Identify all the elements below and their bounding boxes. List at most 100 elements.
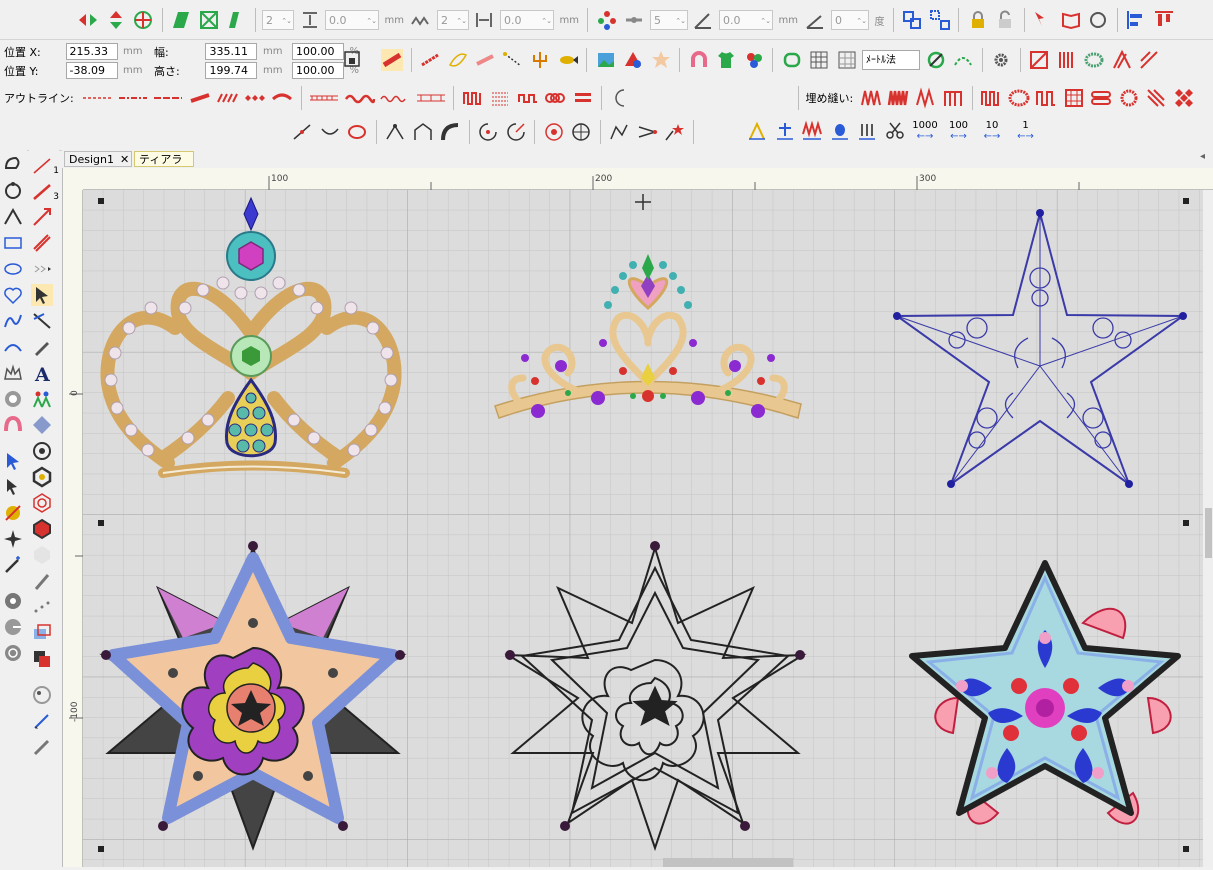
bezier-icon[interactable] xyxy=(2,336,24,358)
rectangle-icon[interactable] xyxy=(2,232,24,254)
picture-icon[interactable] xyxy=(595,49,617,71)
pen-icon[interactable] xyxy=(31,336,53,358)
stepper-e[interactable]: 5 xyxy=(649,10,688,31)
hexagon-empty-icon[interactable] xyxy=(31,544,53,566)
horizontal-scrollbar-thumb[interactable] xyxy=(663,858,793,867)
width-icon[interactable] xyxy=(473,9,495,31)
outline-coil-icon[interactable] xyxy=(462,87,484,109)
outline-rail-icon[interactable] xyxy=(416,87,446,109)
measurement-select[interactable]: ﾒｰﾄﾙ法 xyxy=(862,50,920,70)
lock-ratio-icon[interactable] xyxy=(341,48,363,70)
spiral-c-icon[interactable] xyxy=(2,642,24,664)
align-left-icon[interactable] xyxy=(1125,9,1147,31)
position-y-field[interactable]: -38.09 xyxy=(65,62,118,79)
pointer-path-icon[interactable] xyxy=(636,121,658,143)
stitch-sim-a-icon[interactable] xyxy=(746,120,768,142)
applique-icon[interactable] xyxy=(2,388,24,410)
node-arc-icon[interactable] xyxy=(439,121,461,143)
node-house-icon[interactable] xyxy=(412,121,434,143)
shirt-icon[interactable] xyxy=(715,49,737,71)
triple-stitch-icon[interactable] xyxy=(31,232,53,254)
shapes-heart-icon[interactable] xyxy=(2,284,24,306)
select-node-icon[interactable] xyxy=(2,476,24,498)
width-field[interactable]: 335.11 xyxy=(205,43,258,60)
settings-gear-icon[interactable] xyxy=(990,49,1012,71)
book-icon[interactable] xyxy=(1060,9,1082,31)
grid-icon[interactable] xyxy=(808,49,830,71)
polyline-icon[interactable] xyxy=(608,121,630,143)
outline-feather-icon[interactable] xyxy=(271,87,293,109)
knife-icon[interactable] xyxy=(31,310,53,332)
fill-checker-icon[interactable] xyxy=(1173,87,1195,109)
height-field[interactable]: 199.74 xyxy=(205,62,258,79)
spiral-b-icon[interactable] xyxy=(2,616,24,638)
people-icon[interactable] xyxy=(31,388,53,410)
satin-fill-icon[interactable] xyxy=(381,49,403,71)
shapes-icon[interactable] xyxy=(622,49,644,71)
stitch-sim-b-icon[interactable] xyxy=(774,120,796,142)
fish-icon[interactable] xyxy=(557,49,579,71)
fill-bucket-icon[interactable] xyxy=(31,648,53,670)
outline-hatch-icon[interactable] xyxy=(489,87,511,109)
outline-loops-icon[interactable] xyxy=(544,87,566,109)
spacing-icon[interactable] xyxy=(299,9,321,31)
lock-icon[interactable] xyxy=(967,9,989,31)
fill-pattern-c-icon[interactable] xyxy=(1083,49,1105,71)
stitch-step-10[interactable]: 10 ←→ xyxy=(977,120,1007,142)
node-edit-c-icon[interactable] xyxy=(2,206,24,228)
align-top-icon[interactable] xyxy=(1153,9,1175,31)
fill-ring-icon[interactable] xyxy=(1118,87,1140,109)
sparkle-icon[interactable] xyxy=(2,528,24,550)
flip-horizontal-icon[interactable] xyxy=(77,9,99,31)
swirl-icon[interactable] xyxy=(31,492,53,514)
needle-icon[interactable] xyxy=(856,120,878,142)
layer-order-icon[interactable] xyxy=(31,622,53,644)
outline-long-dash-icon[interactable] xyxy=(153,87,183,109)
tab-tiara[interactable]: ティアラ✕ xyxy=(134,151,194,182)
leaf-outline-icon[interactable] xyxy=(447,49,469,71)
canvas-drawing[interactable]: 100 200 300 0 -100 xyxy=(63,168,1213,867)
outline-square-wave-icon[interactable] xyxy=(517,87,539,109)
ungroup-icon[interactable] xyxy=(929,9,951,31)
star-node-icon[interactable] xyxy=(663,121,685,143)
scissors-icon[interactable] xyxy=(884,120,906,142)
grid-settings-icon[interactable] xyxy=(836,49,858,71)
stepper-g[interactable]: 0 xyxy=(830,10,869,31)
outline-satin-icon[interactable] xyxy=(189,87,211,109)
fill-sparse-zigzag-icon[interactable] xyxy=(915,87,937,109)
fill-comb-icon[interactable] xyxy=(980,87,1002,109)
target-icon[interactable] xyxy=(31,440,53,462)
outline-diamond-icon[interactable] xyxy=(244,87,266,109)
hoop-edit-icon[interactable] xyxy=(925,49,947,71)
node-edit-a-icon[interactable] xyxy=(2,154,24,176)
trident-icon[interactable] xyxy=(529,49,551,71)
arc-path-icon[interactable] xyxy=(952,49,974,71)
fill-pattern-a-icon[interactable] xyxy=(1028,49,1050,71)
path-line-icon[interactable] xyxy=(291,121,313,143)
design-canvas[interactable]: 100 200 300 0 -100 xyxy=(62,168,1213,867)
angle-icon[interactable] xyxy=(692,9,714,31)
outline-slash-icon[interactable] xyxy=(216,87,239,109)
select-stitch-icon[interactable] xyxy=(1032,9,1054,31)
stitch-step-100[interactable]: 100 ←→ xyxy=(944,120,974,142)
stepper-f[interactable]: 0.0 xyxy=(718,10,773,31)
group-icon[interactable] xyxy=(901,9,923,31)
monogram-icon[interactable] xyxy=(31,414,53,436)
rotate-angle-icon[interactable] xyxy=(804,9,826,31)
skew-icon[interactable] xyxy=(170,9,192,31)
stitch-step-1000[interactable]: 1000 ←→ xyxy=(910,120,940,142)
outline-wave-icon[interactable] xyxy=(380,87,410,109)
path-ellipse-icon[interactable] xyxy=(346,121,368,143)
outline-dash-icon[interactable] xyxy=(82,87,112,109)
position-x-field[interactable]: 215.33 xyxy=(65,43,118,60)
eraser-pen-icon[interactable] xyxy=(31,736,53,758)
stitch-zigzag-icon[interactable] xyxy=(801,120,823,142)
resize-icon[interactable] xyxy=(198,9,220,31)
fill-meander-icon[interactable] xyxy=(1035,87,1057,109)
fill-net-icon[interactable] xyxy=(1063,87,1085,109)
running-fill-icon[interactable] xyxy=(419,49,441,71)
outline-dashdot-icon[interactable] xyxy=(118,87,148,109)
dots-path-icon[interactable] xyxy=(31,596,53,618)
brush-icon[interactable] xyxy=(31,570,53,592)
hoop-pink-icon[interactable] xyxy=(2,414,24,436)
